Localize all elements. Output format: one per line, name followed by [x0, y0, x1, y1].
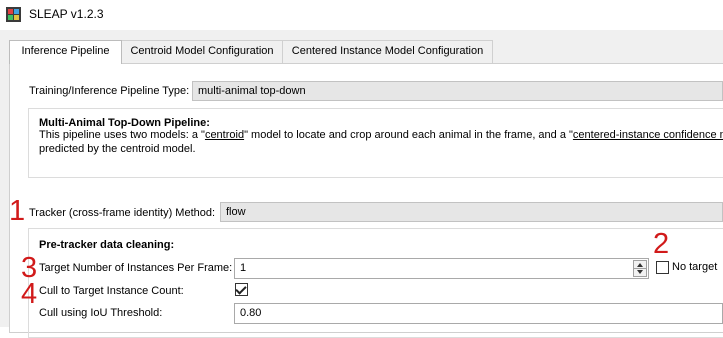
iou-threshold-value: 0.80 [240, 307, 262, 319]
pipeline-type-label: Training/Inference Pipeline Type: [29, 85, 190, 97]
title-bar: SLEAP v1.2.3 [0, 0, 723, 30]
pipeline-type-value: multi-animal top-down [198, 85, 306, 97]
tab-inference-pipeline[interactable]: Inference Pipeline [9, 40, 122, 64]
centered-instance-link[interactable]: centered-instance confidence map [573, 129, 723, 141]
cull-target-checkbox[interactable] [235, 283, 248, 296]
dialog-content: Inference Pipeline Centroid Model Config… [0, 30, 723, 338]
tab-label: Centered Instance Model Configuration [291, 45, 484, 57]
target-instances-label: Target Number of Instances Per Frame: [39, 262, 233, 274]
spin-divider [634, 268, 646, 269]
spin-down-icon[interactable] [637, 270, 643, 274]
tab-label: Inference Pipeline [21, 45, 110, 57]
spin-up-icon[interactable] [637, 263, 643, 267]
sleap-logo-icon [6, 7, 21, 22]
spin-arrows-icon[interactable] [633, 260, 647, 277]
tracker-method-label: Tracker (cross-frame identity) Method: [29, 207, 216, 219]
tab-centroid-model-configuration[interactable]: Centroid Model Configuration [121, 40, 283, 63]
pipeline-description-line1: This pipeline uses two models: a "centro… [39, 129, 723, 141]
annotation-number: 1 [9, 195, 26, 227]
pipeline-type-select[interactable]: multi-animal top-down [192, 81, 723, 101]
target-instances-spinbox[interactable]: 1 [234, 258, 649, 279]
description-text: This pipeline uses two models: a " [39, 129, 205, 141]
window-title: SLEAP v1.2.3 [29, 7, 104, 21]
annotation-number: 2 [653, 228, 670, 260]
checkmark-icon [235, 283, 247, 295]
annotation-number: 4 [21, 278, 38, 310]
no-target-checkbox[interactable] [656, 261, 669, 274]
pipeline-description-line2: predicted by the centroid model. [39, 143, 196, 155]
pretracker-heading: Pre-tracker data cleaning: [39, 239, 175, 251]
pipeline-description-title: Multi-Animal Top-Down Pipeline: [39, 117, 210, 129]
cull-target-label: Cull to Target Instance Count: [39, 285, 184, 297]
target-instances-value: 1 [240, 262, 247, 274]
iou-threshold-label: Cull using IoU Threshold: [39, 307, 163, 319]
tracker-method-select[interactable]: flow [220, 202, 723, 222]
tab-label: Centroid Model Configuration [130, 45, 274, 57]
centroid-link[interactable]: centroid [205, 129, 244, 141]
no-target-label: No target [672, 261, 718, 273]
tab-centered-instance-model-configuration[interactable]: Centered Instance Model Configuration [282, 40, 493, 63]
description-text: " model to locate and crop around each a… [244, 129, 573, 141]
tracker-method-value: flow [226, 206, 246, 218]
iou-threshold-input[interactable]: 0.80 [234, 303, 723, 324]
